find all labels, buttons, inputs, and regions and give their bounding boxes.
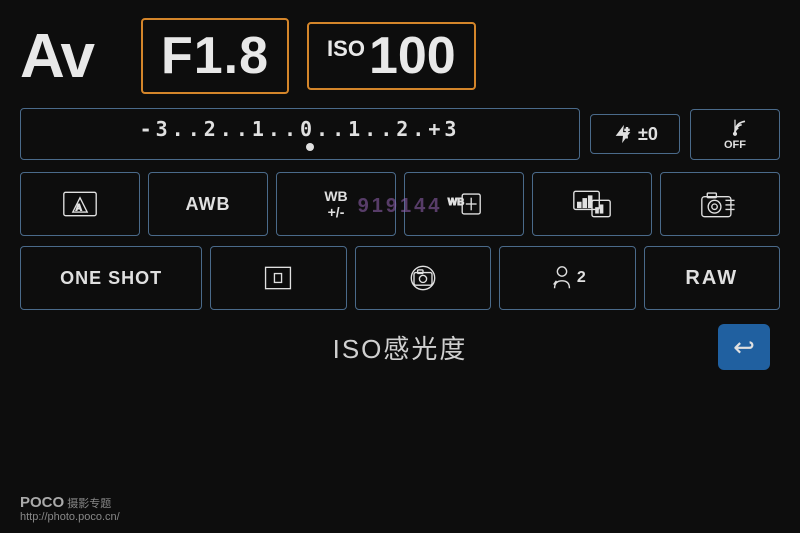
metering-icon: A <box>62 190 98 218</box>
top-row: Av F1.8 ISO 100 <box>20 18 780 94</box>
flash-value: ±0 <box>638 124 658 145</box>
camera-screen: Av F1.8 ISO 100 -3..2..1..0..1..2.+3 + -… <box>0 0 800 533</box>
watermark: 919144 <box>358 195 443 218</box>
timer-icon <box>549 264 575 292</box>
af-point-box[interactable] <box>210 246 346 310</box>
bottom-row: ISO感光度 ↩ <box>20 324 780 370</box>
brand-name: POCO <box>20 494 64 511</box>
exposure-indicator <box>296 141 314 151</box>
wb-adj-label: WB <box>324 188 347 204</box>
display-box[interactable] <box>532 172 652 236</box>
aperture-box[interactable]: F1.8 <box>141 18 289 94</box>
exposure-scale: -3..2..1..0..1..2.+3 <box>140 117 461 141</box>
wifi-status: OFF <box>724 139 746 151</box>
brand-tagline: 摄影专题 <box>67 498 111 510</box>
back-button[interactable]: ↩ <box>718 324 770 370</box>
iso-value: 100 <box>369 30 456 82</box>
mode-label: Av <box>20 21 93 92</box>
iso-box[interactable]: ISO 100 <box>307 22 476 90</box>
raw-label: RAW <box>685 267 738 290</box>
awb-label: AWB <box>186 194 231 215</box>
camera-settings-icon <box>700 189 740 219</box>
flash-icon: + - <box>612 123 634 145</box>
display-icon <box>572 189 612 219</box>
wifi-icon <box>720 118 750 138</box>
timer-value: 2 <box>577 269 586 287</box>
camera-settings-box[interactable] <box>660 172 780 236</box>
brand-url: http://photo.poco.cn/ <box>20 511 120 523</box>
back-arrow-icon: ↩ <box>733 332 755 363</box>
flash-compensation-box[interactable]: + - ±0 <box>590 114 680 154</box>
wb-shift-icon: WB <box>446 190 482 218</box>
af-point-icon <box>262 263 294 293</box>
wb-adj-symbol: +/- <box>328 204 345 220</box>
settings-row-2: ONE SHOT <box>20 246 780 310</box>
exposure-scale-box[interactable]: -3..2..1..0..1..2.+3 <box>20 108 580 160</box>
one-shot-box[interactable]: ONE SHOT <box>20 246 202 310</box>
iso-prefix: ISO <box>327 36 365 62</box>
metering-box[interactable]: A <box>20 172 140 236</box>
wifi-box[interactable]: OFF <box>690 109 780 160</box>
svg-text:A: A <box>76 202 83 212</box>
one-shot-label: ONE SHOT <box>60 268 162 289</box>
live-view-box[interactable] <box>355 246 491 310</box>
raw-box[interactable]: RAW <box>644 246 780 310</box>
logo: POCO 摄影专题 http://photo.poco.cn/ <box>20 494 120 523</box>
iso-sensitivity-label: ISO感光度 <box>333 329 468 366</box>
timer-box[interactable]: 2 <box>499 246 635 310</box>
live-view-icon <box>405 263 441 293</box>
exposure-row: -3..2..1..0..1..2.+3 + - ±0 <box>20 108 780 160</box>
awb-box[interactable]: AWB <box>148 172 268 236</box>
